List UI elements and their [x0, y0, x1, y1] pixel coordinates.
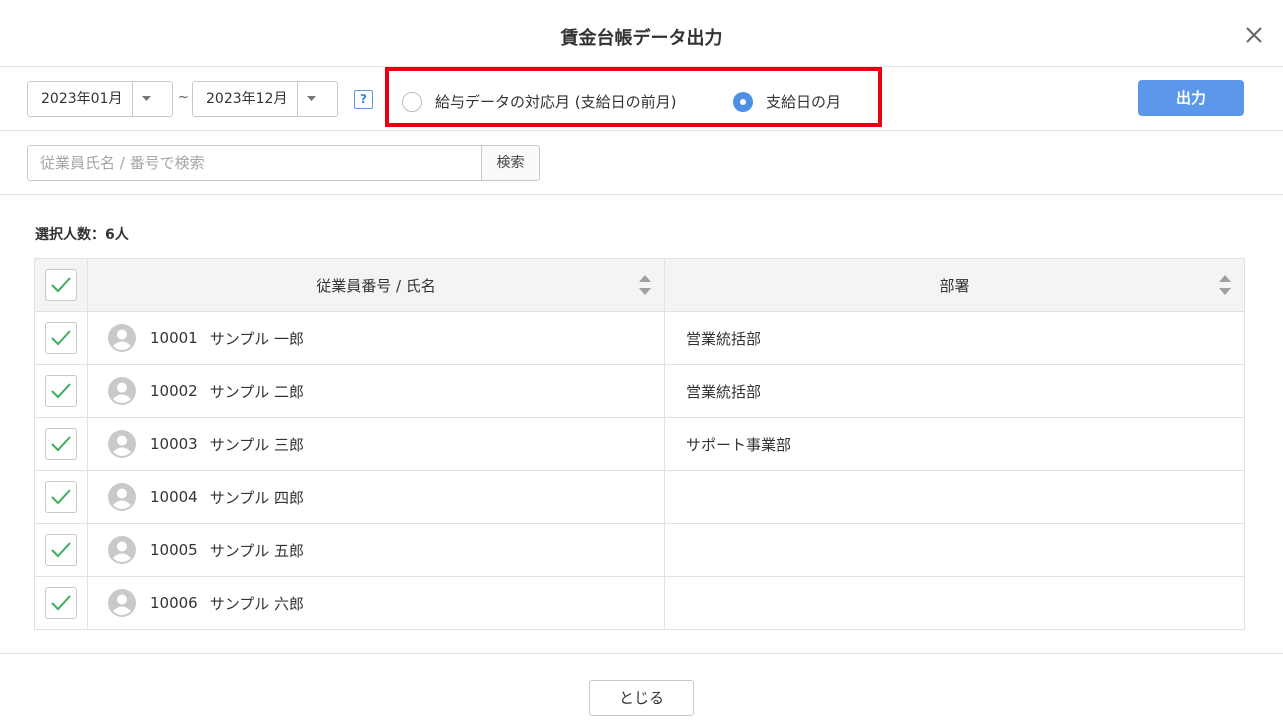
search-button[interactable]: 検索	[481, 145, 540, 181]
column-header-label: 従業員番号 / 氏名	[316, 276, 436, 295]
employee-name: サンプル 一郎	[209, 329, 305, 348]
employee-number: 10005	[150, 541, 198, 559]
close-button[interactable]: とじる	[589, 680, 694, 716]
employee-number: 10002	[150, 382, 198, 400]
selection-count: 選択人数：6人	[35, 227, 129, 243]
table-row[interactable]: 10006 サンプル 六郎	[34, 576, 1245, 630]
row-checkbox-cell	[34, 417, 88, 471]
avatar-icon	[108, 377, 136, 405]
employee-name: サンプル 五郎	[209, 541, 305, 560]
row-checkbox-cell	[34, 470, 88, 524]
radio-button-on[interactable]	[733, 91, 753, 112]
department-cell	[664, 576, 1245, 630]
employee-name: サンプル 三郎	[209, 435, 305, 454]
table-row[interactable]: 10004 サンプル 四郎	[34, 470, 1245, 524]
row-checkbox-cell	[34, 523, 88, 577]
row-checkbox[interactable]	[45, 375, 77, 407]
radio-payroll-month[interactable]: 給与データの対応月 (支給日の前月)	[402, 91, 676, 112]
row-checkbox[interactable]	[45, 534, 77, 566]
department-cell	[664, 470, 1245, 524]
row-checkbox[interactable]	[45, 587, 77, 619]
checkmark-icon	[51, 330, 71, 346]
checkmark-icon	[51, 277, 71, 293]
column-header-label: 部署	[939, 276, 970, 295]
employee-name: サンプル 二郎	[209, 382, 305, 401]
avatar-icon	[108, 483, 136, 511]
start-month-select[interactable]: 2023年01月	[27, 81, 173, 117]
employee-number: 10003	[150, 435, 198, 453]
employee-name: サンプル 六郎	[209, 594, 305, 613]
chevron-down-icon[interactable]	[298, 82, 324, 116]
search-input[interactable]	[27, 145, 482, 181]
output-button[interactable]: 出力	[1138, 80, 1244, 116]
employee-name: サンプル 四郎	[209, 488, 305, 507]
start-month-value: 2023年01月	[28, 82, 134, 116]
employee-table: 従業員番号 / 氏名 部署 10001 サンプル 一郎 営業統括部 10002 サンプル…	[34, 258, 1245, 630]
chevron-down-icon[interactable]	[133, 82, 159, 116]
employee-cell: 10006 サンプル 六郎	[87, 576, 665, 630]
row-checkbox-cell	[34, 576, 88, 630]
table-row[interactable]: 10001 サンプル 一郎 営業統括部	[34, 311, 1245, 365]
row-checkbox-cell	[34, 364, 88, 418]
toolbar: 2023年01月 ~ 2023年12月 ? 給与データの対応月 (支給日の前月)…	[0, 67, 1283, 131]
select-all-checkbox[interactable]	[45, 269, 77, 301]
department-cell	[664, 523, 1245, 577]
table-row[interactable]: 10003 サンプル 三郎 サポート事業部	[34, 417, 1245, 471]
department-cell: サポート事業部	[664, 417, 1245, 471]
dialog-header: 賃金台帳データ出力	[0, 0, 1283, 67]
avatar-icon	[108, 589, 136, 617]
employee-cell: 10003 サンプル 三郎	[87, 417, 665, 471]
column-header-employee[interactable]: 従業員番号 / 氏名	[87, 258, 665, 312]
sort-icon[interactable]	[638, 273, 652, 297]
avatar-icon	[108, 430, 136, 458]
search-bar: 検索	[0, 131, 1283, 195]
radio-button-off[interactable]	[402, 91, 422, 112]
dialog-title: 賃金台帳データ出力	[560, 28, 723, 49]
table-row[interactable]: 10005 サンプル 五郎	[34, 523, 1245, 577]
checkmark-icon	[51, 489, 71, 505]
avatar-icon	[108, 324, 136, 352]
employee-cell: 10004 サンプル 四郎	[87, 470, 665, 524]
table-header-row: 従業員番号 / 氏名 部署	[34, 258, 1245, 312]
checkmark-icon	[51, 436, 71, 452]
radio-label: 給与データの対応月 (支給日の前月)	[435, 93, 677, 111]
sort-icon[interactable]	[1218, 273, 1232, 297]
month-basis-radio-group: 給与データの対応月 (支給日の前月) 支給日の月	[385, 67, 882, 127]
radio-label: 支給日の月	[766, 93, 842, 111]
checkmark-icon	[51, 542, 71, 558]
close-icon[interactable]	[1241, 22, 1267, 48]
date-range-separator: ~	[178, 90, 189, 105]
employee-number: 10001	[150, 329, 198, 347]
column-header-department[interactable]: 部署	[664, 258, 1245, 312]
header-checkbox-cell	[34, 258, 88, 312]
row-checkbox-cell	[34, 311, 88, 365]
help-icon[interactable]: ?	[354, 90, 373, 109]
row-checkbox[interactable]	[45, 481, 77, 513]
row-checkbox[interactable]	[45, 428, 77, 460]
employee-number: 10004	[150, 488, 198, 506]
department-cell: 営業統括部	[664, 364, 1245, 418]
dialog-footer: とじる	[0, 653, 1283, 726]
employee-cell: 10005 サンプル 五郎	[87, 523, 665, 577]
radio-payday-month[interactable]: 支給日の月	[733, 91, 841, 112]
department-cell: 営業統括部	[664, 311, 1245, 365]
checkmark-icon	[51, 383, 71, 399]
end-month-select[interactable]: 2023年12月	[192, 81, 338, 117]
avatar-icon	[108, 536, 136, 564]
employee-number: 10006	[150, 594, 198, 612]
table-row[interactable]: 10002 サンプル 二郎 営業統括部	[34, 364, 1245, 418]
row-checkbox[interactable]	[45, 322, 77, 354]
employee-cell: 10001 サンプル 一郎	[87, 311, 665, 365]
end-month-value: 2023年12月	[193, 82, 299, 116]
employee-cell: 10002 サンプル 二郎	[87, 364, 665, 418]
checkmark-icon	[51, 595, 71, 611]
